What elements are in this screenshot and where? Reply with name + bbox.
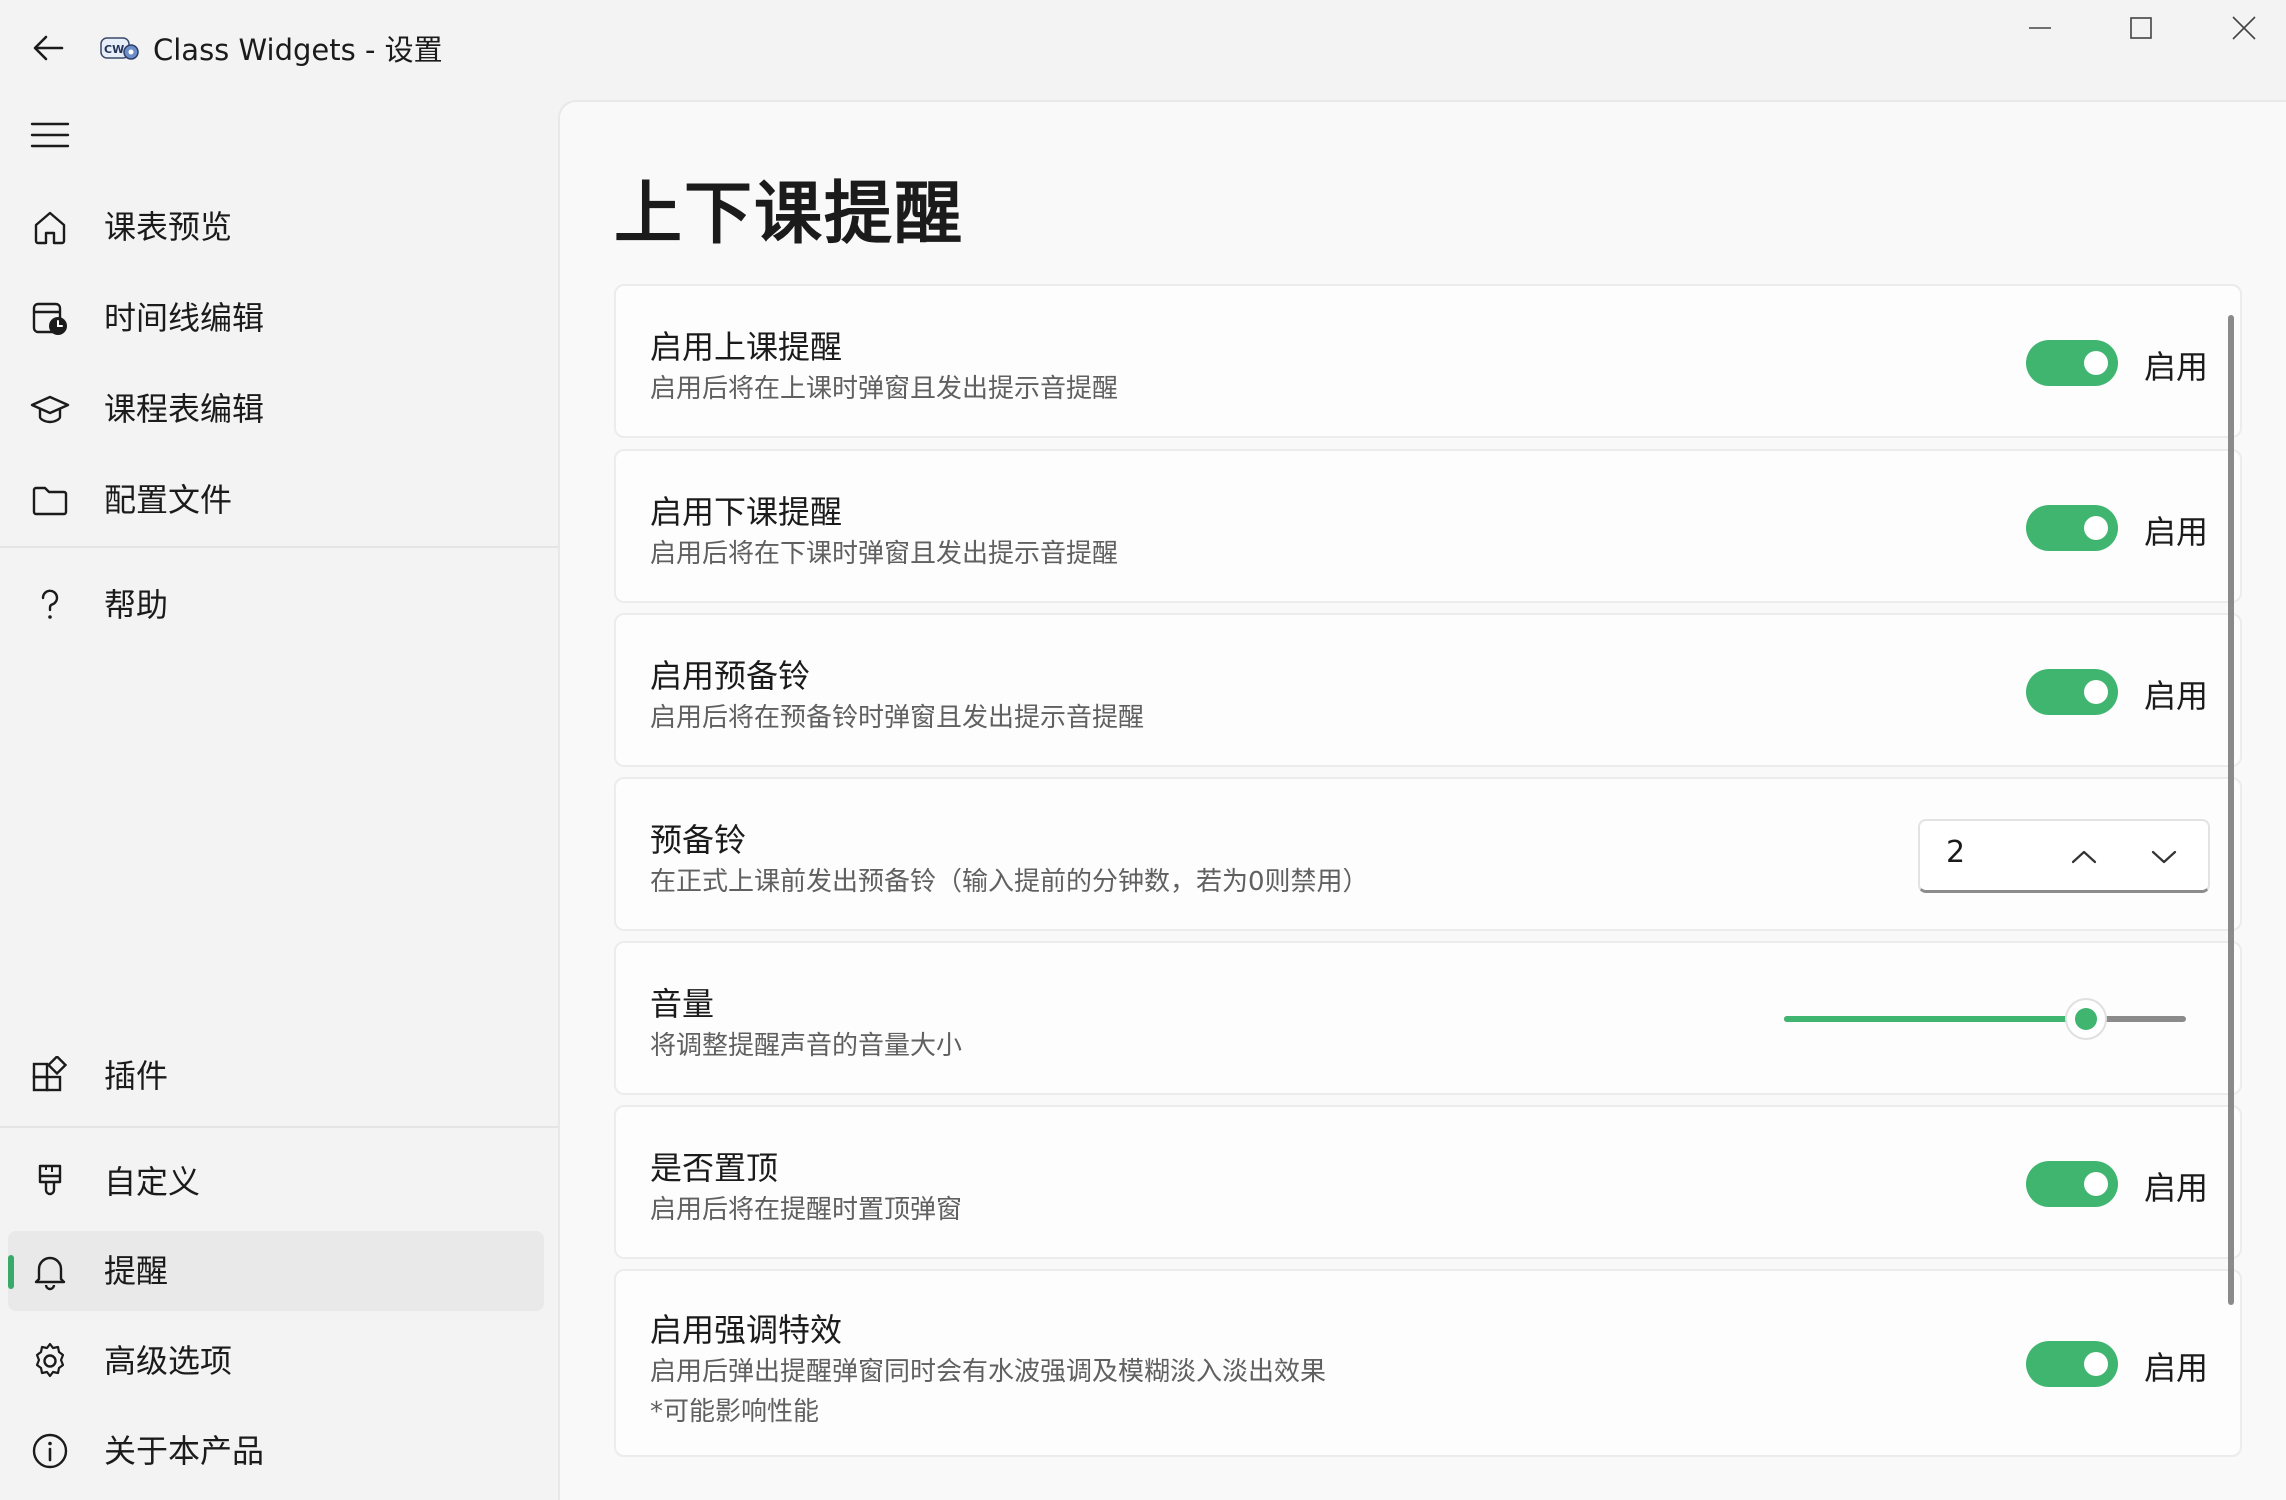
page-title: 上下课提醒 <box>614 175 965 254</box>
chevron-up-icon <box>2071 850 2097 864</box>
setting-description: 启用后将在上课时弹窗且发出提示音提醒 <box>650 374 1119 404</box>
sidebar-item-label: 帮助 <box>104 586 169 624</box>
setting-card-prep-bell-enable: 启用预备铃 启用后将在预备铃时弹窗且发出提示音提醒 启用 <box>614 613 2242 767</box>
bell-icon <box>28 1249 72 1293</box>
sidebar-item-label: 课表预览 <box>104 208 233 246</box>
sidebar-item-help[interactable]: 帮助 <box>8 565 544 645</box>
setting-title: 启用预备铃 <box>650 657 811 695</box>
setting-note: *可能影响性能 <box>650 1397 820 1427</box>
hamburger-icon <box>30 122 70 148</box>
setting-title: 音量 <box>650 985 715 1023</box>
setting-card-class-start-reminder: 启用上课提醒 启用后将在上课时弹窗且发出提示音提醒 启用 <box>614 284 2242 438</box>
window-title: Class Widgets - 设置 <box>153 33 443 67</box>
sidebar-item-plugins[interactable]: 插件 <box>8 1036 544 1116</box>
toggle-label: 启用 <box>2144 348 2209 386</box>
maximize-button[interactable] <box>2092 0 2192 56</box>
sidebar-item-label: 关于本产品 <box>104 1432 265 1470</box>
toggle-label: 启用 <box>2144 1169 2209 1207</box>
close-icon <box>2232 16 2256 40</box>
prep-bell-toggle[interactable] <box>2026 669 2118 715</box>
sidebar-item-about[interactable]: 关于本产品 <box>8 1411 544 1491</box>
spinbox-decrement-button[interactable] <box>2142 835 2186 879</box>
sidebar-item-schedule-preview[interactable]: 课表预览 <box>8 187 544 267</box>
setting-card-emphasis-effect: 启用强调特效 启用后弹出提醒弹窗同时会有水波强调及模糊淡入淡出效果 *可能影响性… <box>614 1269 2242 1457</box>
education-cap-icon <box>28 387 72 431</box>
toggle-label: 启用 <box>2144 677 2209 715</box>
setting-card-volume: 音量 将调整提醒声音的音量大小 <box>614 941 2242 1095</box>
setting-title: 启用下课提醒 <box>650 493 843 531</box>
sidebar-item-customize[interactable]: 自定义 <box>8 1142 544 1222</box>
arrow-left-icon <box>33 35 64 61</box>
close-button[interactable] <box>2194 0 2286 56</box>
setting-description: 启用后弹出提醒弹窗同时会有水波强调及模糊淡入淡出效果 <box>650 1357 1327 1387</box>
setting-description: 启用后将在提醒时置顶弹窗 <box>650 1195 963 1225</box>
minimize-icon <box>2029 27 2051 29</box>
sidebar-item-label: 配置文件 <box>104 481 233 519</box>
sidebar-item-timeline-edit[interactable]: 时间线编辑 <box>8 278 544 358</box>
toggle-label: 启用 <box>2144 513 2209 551</box>
setting-card-class-end-reminder: 启用下课提醒 启用后将在下课时弹窗且发出提示音提醒 启用 <box>614 449 2242 603</box>
sidebar-item-label: 高级选项 <box>104 1342 233 1380</box>
title-bar: CW Class Widgets - 设置 <box>0 0 2286 96</box>
sidebar-item-label: 课程表编辑 <box>104 390 265 428</box>
gear-icon <box>28 1339 72 1383</box>
setting-title: 启用强调特效 <box>650 1311 843 1349</box>
question-icon <box>28 583 72 627</box>
setting-description: 启用后将在预备铃时弹窗且发出提示音提醒 <box>650 703 1145 733</box>
volume-slider-fill <box>1784 1016 2086 1022</box>
volume-slider-track[interactable] <box>1784 1016 2186 1022</box>
class-end-reminder-toggle[interactable] <box>2026 505 2118 551</box>
sidebar-item-config-files[interactable]: 配置文件 <box>8 460 544 540</box>
setting-card-always-on-top: 是否置顶 启用后将在提醒时置顶弹窗 启用 <box>614 1105 2242 1259</box>
home-icon <box>28 205 72 249</box>
chevron-down-icon <box>2151 850 2177 864</box>
sidebar-item-schedule-edit[interactable]: 课程表编辑 <box>8 369 544 449</box>
calendar-clock-icon <box>28 296 72 340</box>
always-on-top-toggle[interactable] <box>2026 1161 2118 1207</box>
minimize-button[interactable] <box>1990 0 2090 56</box>
sidebar-item-label: 自定义 <box>104 1163 201 1201</box>
nav-menu-button[interactable] <box>22 110 78 160</box>
selection-indicator <box>8 1255 14 1289</box>
setting-card-prep-bell-minutes: 预备铃 在正式上课前发出预备铃（输入提前的分钟数，若为0则禁用） 2 <box>614 777 2242 931</box>
setting-description: 在正式上课前发出预备铃（输入提前的分钟数，若为0则禁用） <box>650 867 1369 897</box>
sidebar-item-reminders[interactable]: 提醒 <box>8 1231 544 1311</box>
app-logo: CW <box>100 37 139 60</box>
sidebar-item-label: 提醒 <box>104 1252 169 1290</box>
svg-text:CW: CW <box>104 43 124 56</box>
sidebar-divider <box>0 546 558 548</box>
toggle-label: 启用 <box>2144 1349 2209 1387</box>
setting-description: 将调整提醒声音的音量大小 <box>650 1031 963 1061</box>
back-button[interactable] <box>22 22 74 74</box>
spinbox-increment-button[interactable] <box>2062 835 2106 879</box>
paintbrush-icon <box>28 1160 72 1204</box>
setting-description: 启用后将在下课时弹窗且发出提示音提醒 <box>650 539 1119 569</box>
setting-title: 是否置顶 <box>650 1149 779 1187</box>
class-start-reminder-toggle[interactable] <box>2026 340 2118 386</box>
prep-bell-minutes-spinbox[interactable]: 2 <box>1918 819 2210 893</box>
maximize-icon <box>2130 17 2152 39</box>
emphasis-effect-toggle[interactable] <box>2026 1341 2118 1387</box>
setting-title: 预备铃 <box>650 821 747 859</box>
info-icon <box>28 1429 72 1473</box>
setting-title: 启用上课提醒 <box>650 328 843 366</box>
sidebar-item-label: 插件 <box>104 1057 169 1095</box>
sidebar-divider <box>0 1126 558 1128</box>
content-scrollbar[interactable] <box>2228 315 2234 1305</box>
folder-icon <box>28 478 72 522</box>
plugin-icon <box>28 1054 72 1098</box>
volume-slider-thumb[interactable] <box>2064 998 2107 1040</box>
sidebar-item-label: 时间线编辑 <box>104 299 265 337</box>
spinbox-value[interactable]: 2 <box>1946 835 1965 870</box>
sidebar-item-advanced[interactable]: 高级选项 <box>8 1321 544 1401</box>
